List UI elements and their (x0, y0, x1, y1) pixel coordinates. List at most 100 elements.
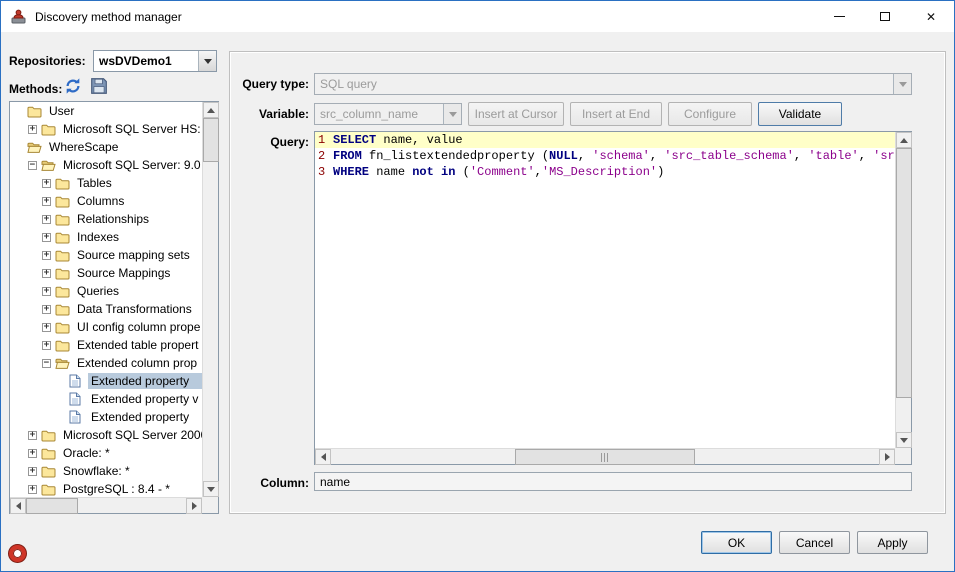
tree-item[interactable]: +UI config column prope (10, 318, 202, 336)
scroll-right-button[interactable] (186, 498, 202, 514)
scrollbar-thumb[interactable] (203, 118, 219, 162)
tree-item[interactable]: +Snowflake: * (10, 462, 202, 480)
expand-icon[interactable]: + (28, 449, 37, 458)
line-number: 2 (318, 148, 327, 164)
tree-item[interactable]: +Oracle: * (10, 444, 202, 462)
save-methods-icon[interactable] (89, 76, 109, 96)
expand-icon[interactable]: + (42, 323, 51, 332)
insert-at-end-button[interactable]: Insert at End (570, 102, 662, 126)
tree-indent (10, 165, 26, 166)
expand-icon[interactable]: + (42, 179, 51, 188)
scroll-down-button[interactable] (203, 481, 219, 497)
scrollbar-thumb[interactable] (515, 449, 695, 465)
tree-item[interactable]: Extended property (10, 372, 202, 390)
tree-item-label: PostgreSQL : 8.4 - * (60, 481, 173, 497)
code-token: ) (657, 165, 664, 179)
tree-item[interactable]: + PostgreSQL : 8.4 - * (10, 480, 202, 497)
editor-vertical-scrollbar[interactable] (895, 132, 911, 448)
code-line: 3WHERE name not in ('Comment','MS_Descri… (315, 164, 895, 180)
collapse-icon[interactable]: − (42, 359, 51, 368)
code-token: ( (455, 165, 469, 179)
tree-item-label: Extended column prop (74, 355, 200, 371)
scroll-up-button[interactable] (896, 132, 912, 148)
tree-item[interactable]: + Source mapping sets (10, 246, 202, 264)
tree-item[interactable]: +Columns (10, 192, 202, 210)
query-type-combo[interactable]: SQL query (314, 73, 912, 95)
apply-button[interactable]: Apply (857, 531, 928, 554)
tree-item[interactable]: +Relationships (10, 210, 202, 228)
refresh-methods-icon[interactable] (63, 76, 83, 96)
expand-icon[interactable]: + (28, 431, 37, 440)
tree-item[interactable]: − Extended column prop (10, 354, 202, 372)
tree-item[interactable]: + Extended table propert (10, 336, 202, 354)
tree-item-label: Extended property (88, 409, 192, 425)
tree-item[interactable]: Extended property (10, 408, 202, 426)
expand-icon[interactable]: + (28, 125, 37, 134)
expand-icon[interactable]: + (42, 233, 51, 242)
expand-icon[interactable]: + (42, 197, 51, 206)
expand-icon[interactable]: + (28, 485, 37, 494)
close-button[interactable]: ✕ (908, 1, 954, 32)
tree-horizontal-scrollbar[interactable] (10, 497, 202, 513)
code-token: name, value (376, 133, 462, 147)
scroll-down-button[interactable] (896, 432, 912, 448)
cancel-button[interactable]: Cancel (779, 531, 850, 554)
maximize-button[interactable] (862, 1, 908, 32)
configure-button[interactable]: Configure (668, 102, 752, 126)
minimize-button[interactable] (816, 1, 862, 32)
code-token: FROM (333, 149, 362, 163)
expand-icon[interactable]: + (42, 287, 51, 296)
scroll-right-button[interactable] (879, 449, 895, 465)
tree-item-label: Source mapping sets (74, 247, 193, 263)
scrollbar-corner (202, 497, 218, 513)
tree-item[interactable]: +Data Transformations (10, 300, 202, 318)
expand-icon[interactable]: + (42, 251, 51, 260)
ok-button[interactable]: OK (701, 531, 772, 554)
scroll-left-button[interactable] (315, 449, 331, 465)
tree-indent (10, 345, 40, 346)
chevron-down-icon[interactable] (893, 74, 911, 94)
tree-item[interactable]: +Tables (10, 174, 202, 192)
tree-indent (10, 399, 54, 400)
scrollbar-thumb[interactable] (26, 498, 78, 514)
scroll-left-button[interactable] (10, 498, 26, 514)
document-icon (69, 374, 85, 388)
scroll-up-button[interactable] (203, 102, 219, 118)
tree-item[interactable]: − Microsoft SQL Server: 9.0 - (10, 156, 202, 174)
help-icon[interactable] (9, 545, 26, 562)
code-token: NULL (549, 149, 578, 163)
column-field[interactable]: name (314, 472, 912, 491)
tree-item[interactable]: +Queries (10, 282, 202, 300)
tree-item[interactable]: +Microsoft SQL Server 2000 (10, 426, 202, 444)
line-number: 3 (318, 164, 327, 180)
tree-item[interactable]: Extended property v (10, 390, 202, 408)
tree-indent (10, 471, 26, 472)
tree-item-label: Extended table propert (74, 337, 201, 353)
tree-vertical-scrollbar[interactable] (202, 102, 218, 497)
tree-item[interactable]: WhereScape (10, 138, 202, 156)
scrollbar-thumb[interactable] (896, 148, 912, 398)
editor-horizontal-scrollbar[interactable] (315, 448, 895, 464)
chevron-down-icon[interactable] (443, 104, 461, 124)
tree-item[interactable]: +Source Mappings (10, 264, 202, 282)
tree-item-label: Microsoft SQL Server: 9.0 - (60, 157, 202, 173)
expand-icon[interactable]: + (42, 215, 51, 224)
query-type-label: Query type: (229, 77, 309, 91)
variable-combo[interactable]: src_column_name (314, 103, 462, 125)
repositories-combo[interactable]: wsDVDemo1 (93, 50, 217, 72)
collapse-icon[interactable]: − (28, 161, 37, 170)
tree-indent (10, 111, 12, 112)
tree-item-label: Extended property (88, 373, 202, 389)
expand-icon[interactable]: + (42, 341, 51, 350)
close-icon: ✕ (926, 11, 936, 23)
validate-button[interactable]: Validate (758, 102, 842, 126)
expand-icon[interactable]: + (28, 467, 37, 476)
chevron-down-icon[interactable] (198, 51, 216, 71)
expand-icon[interactable]: + (42, 269, 51, 278)
tree-item[interactable]: +Indexes (10, 228, 202, 246)
tree-item[interactable]: +Microsoft SQL Server HS: S (10, 120, 202, 138)
tree-item[interactable]: User (10, 102, 202, 120)
insert-at-cursor-button[interactable]: Insert at Cursor (468, 102, 564, 126)
query-editor[interactable]: 1SELECT name, value2FROM fn_listextended… (314, 131, 912, 465)
expand-icon[interactable]: + (42, 305, 51, 314)
